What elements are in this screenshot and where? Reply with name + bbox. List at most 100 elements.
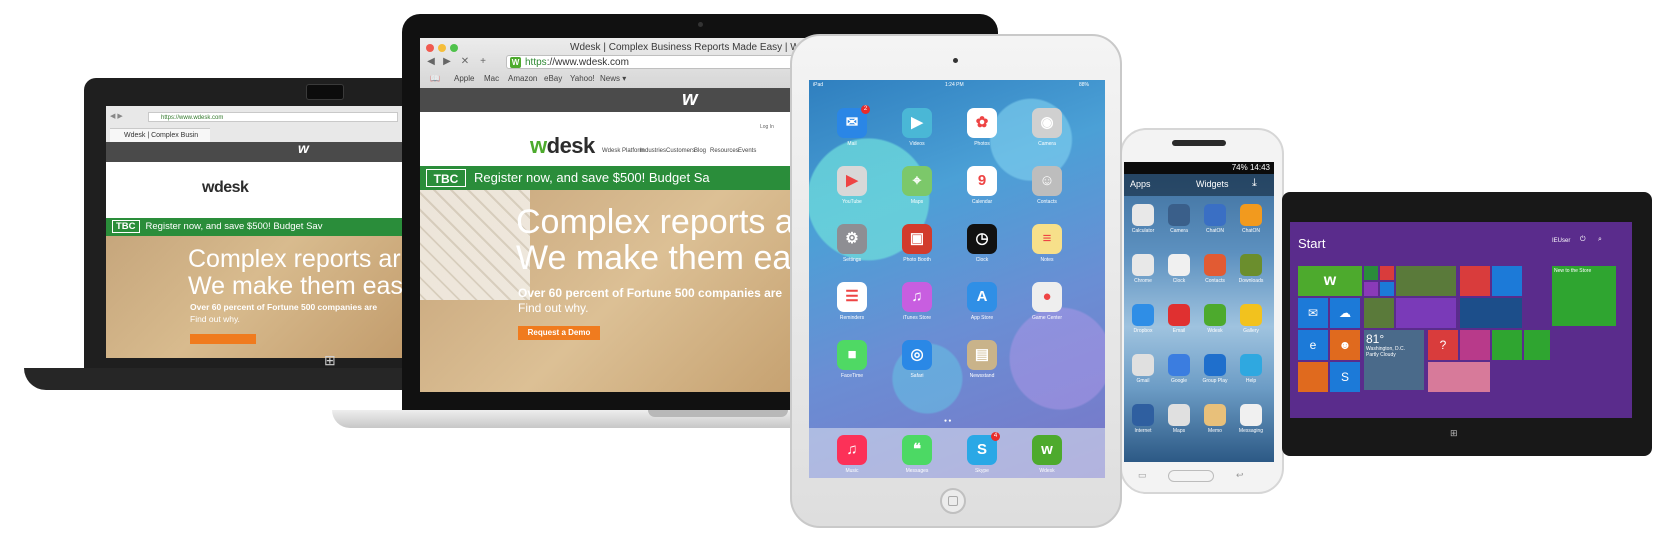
nav-wdesk-platform[interactable]: Wdesk Platform bbox=[602, 148, 644, 154]
tile-photo[interactable] bbox=[1396, 266, 1456, 296]
store-tile[interactable]: New to the Store bbox=[1552, 266, 1616, 326]
skype-tile[interactable]: S bbox=[1330, 362, 1360, 392]
app-icon-contacts[interactable] bbox=[1204, 254, 1226, 276]
url-bar[interactable]: https://www.wdesk.com bbox=[148, 112, 398, 122]
tile-notepad[interactable] bbox=[1524, 330, 1550, 360]
nav-events[interactable]: Events bbox=[738, 148, 756, 154]
tile-calendar[interactable] bbox=[1396, 298, 1456, 328]
zoom-window-icon[interactable] bbox=[450, 44, 458, 52]
bookmark-yahoo[interactable]: Yahoo! bbox=[570, 74, 595, 83]
app-icon-wdesk[interactable] bbox=[1204, 304, 1226, 326]
nav-blog[interactable]: Blog bbox=[694, 148, 706, 154]
app-icon-chrome[interactable] bbox=[1132, 254, 1154, 276]
reading-list-icon[interactable]: 📖 bbox=[430, 74, 440, 83]
app-icon-youtube[interactable]: ▶ bbox=[837, 166, 867, 196]
app-icon-gmail[interactable] bbox=[1132, 354, 1154, 376]
tile-health[interactable] bbox=[1460, 330, 1490, 360]
app-icon-dropbox[interactable] bbox=[1132, 304, 1154, 326]
browser-tab[interactable]: Wdesk | Complex Busin bbox=[110, 128, 210, 142]
bookmark-news[interactable]: News ▾ bbox=[600, 74, 626, 83]
dock-icon-messages[interactable]: ❝ bbox=[902, 435, 932, 465]
app-icon-videos[interactable]: ▶ bbox=[902, 108, 932, 138]
app-icon-maps[interactable] bbox=[1168, 404, 1190, 426]
tile-food[interactable] bbox=[1428, 362, 1490, 392]
app-icon-settings[interactable]: ⚙ bbox=[837, 224, 867, 254]
stop-icon[interactable]: ✕ bbox=[458, 56, 472, 68]
wdesk-tile[interactable]: w bbox=[1298, 266, 1362, 296]
nav-resources[interactable]: Resources bbox=[710, 148, 739, 154]
wdesk-logo[interactable]: wdesk bbox=[202, 179, 249, 197]
bookmark-mac[interactable]: Mac bbox=[484, 74, 499, 83]
app-icon-notes[interactable]: ≡ bbox=[1032, 224, 1062, 254]
tile-small-1[interactable] bbox=[1364, 266, 1378, 280]
app-icon-email[interactable] bbox=[1168, 304, 1190, 326]
app-icon-clock[interactable]: ◷ bbox=[967, 224, 997, 254]
back-key-icon[interactable]: ↩ bbox=[1236, 470, 1244, 481]
bookmark-amazon[interactable]: Amazon bbox=[508, 74, 537, 83]
close-window-icon[interactable] bbox=[426, 44, 434, 52]
forward-icon[interactable]: ▶ bbox=[440, 56, 454, 68]
tile-photo-2[interactable] bbox=[1364, 298, 1394, 328]
back-icon[interactable]: ◀ bbox=[424, 56, 438, 68]
app-icon-photo-booth[interactable]: ▣ bbox=[902, 224, 932, 254]
app-icon-group-play[interactable] bbox=[1204, 354, 1226, 376]
tile-small-3[interactable] bbox=[1364, 282, 1378, 296]
app-icon-itunes-store[interactable]: ♫ bbox=[902, 282, 932, 312]
app-icon-google[interactable] bbox=[1168, 354, 1190, 376]
tile-desktop[interactable] bbox=[1492, 266, 1522, 296]
search-icon[interactable]: ⌕ bbox=[1598, 236, 1602, 244]
people-tile[interactable]: ☻ bbox=[1330, 330, 1360, 360]
app-icon-downloads[interactable] bbox=[1240, 254, 1262, 276]
help-tile[interactable]: ? bbox=[1428, 330, 1458, 360]
app-icon-newsstand[interactable]: ▤ bbox=[967, 340, 997, 370]
app-icon-contacts[interactable]: ☺ bbox=[1032, 166, 1062, 196]
dock-icon-wdesk[interactable]: w bbox=[1032, 435, 1062, 465]
promo-banner[interactable]: TBC Register now, and save $500! Budget S… bbox=[106, 218, 406, 236]
wdesk-logo[interactable]: wdesk bbox=[530, 133, 595, 159]
app-icon-gallery[interactable] bbox=[1240, 304, 1262, 326]
power-icon[interactable]: ⏻ bbox=[1580, 236, 1586, 244]
tile-small-2[interactable] bbox=[1380, 266, 1394, 280]
app-icon-clock[interactable] bbox=[1168, 254, 1190, 276]
app-icon-chaton[interactable] bbox=[1204, 204, 1226, 226]
app-icon-maps[interactable]: ⌖ bbox=[902, 166, 932, 196]
app-icon-messaging[interactable] bbox=[1240, 404, 1262, 426]
app-icon-facetime[interactable]: ■ bbox=[837, 340, 867, 370]
login-link[interactable]: Log In bbox=[760, 124, 774, 130]
app-icon-chaton[interactable] bbox=[1240, 204, 1262, 226]
nav-industries[interactable]: Industries bbox=[640, 148, 666, 154]
ie-tile[interactable]: e bbox=[1298, 330, 1328, 360]
mail-tile[interactable]: ✉ bbox=[1298, 298, 1328, 328]
request-demo-button[interactable] bbox=[190, 334, 256, 344]
home-button[interactable] bbox=[1168, 470, 1214, 482]
new-tab-icon[interactable]: + bbox=[476, 56, 490, 68]
tab-widgets[interactable]: Widgets bbox=[1196, 179, 1229, 189]
tile-finance[interactable] bbox=[1460, 298, 1522, 328]
bookmark-apple[interactable]: Apple bbox=[454, 74, 474, 83]
app-icon-help[interactable] bbox=[1240, 354, 1262, 376]
app-icon-camera[interactable]: ◉ bbox=[1032, 108, 1062, 138]
app-icon-memo[interactable] bbox=[1204, 404, 1226, 426]
app-icon-calendar[interactable]: 9 bbox=[967, 166, 997, 196]
tab-apps[interactable]: Apps bbox=[1130, 179, 1151, 189]
app-icon-game-center[interactable]: ● bbox=[1032, 282, 1062, 312]
app-icon-calculator[interactable] bbox=[1132, 204, 1154, 226]
tile-games[interactable] bbox=[1460, 266, 1490, 296]
onedrive-tile[interactable]: ☁ bbox=[1330, 298, 1360, 328]
tile-calculator[interactable] bbox=[1492, 330, 1522, 360]
nav-customers[interactable]: Customers bbox=[666, 148, 695, 154]
app-icon-safari[interactable]: ◎ bbox=[902, 340, 932, 370]
app-icon-photos[interactable]: ✿ bbox=[967, 108, 997, 138]
bookmark-ebay[interactable]: eBay bbox=[544, 74, 562, 83]
minimize-window-icon[interactable] bbox=[438, 44, 446, 52]
app-icon-camera[interactable] bbox=[1168, 204, 1190, 226]
back-forward-icon[interactable]: ◀ ▶ bbox=[110, 112, 123, 120]
app-icon-internet[interactable] bbox=[1132, 404, 1154, 426]
app-icon-app-store[interactable]: A bbox=[967, 282, 997, 312]
dock-icon-music[interactable]: ♫ bbox=[837, 435, 867, 465]
weather-tile[interactable]: 81° Washington, D.C. Partly Cloudy bbox=[1364, 330, 1424, 390]
menu-key-icon[interactable]: ▭ bbox=[1138, 470, 1147, 481]
download-icon[interactable]: ⤓ bbox=[1252, 177, 1257, 190]
tile-small-4[interactable] bbox=[1380, 282, 1394, 296]
request-demo-button[interactable]: Request a Demo bbox=[518, 326, 600, 340]
